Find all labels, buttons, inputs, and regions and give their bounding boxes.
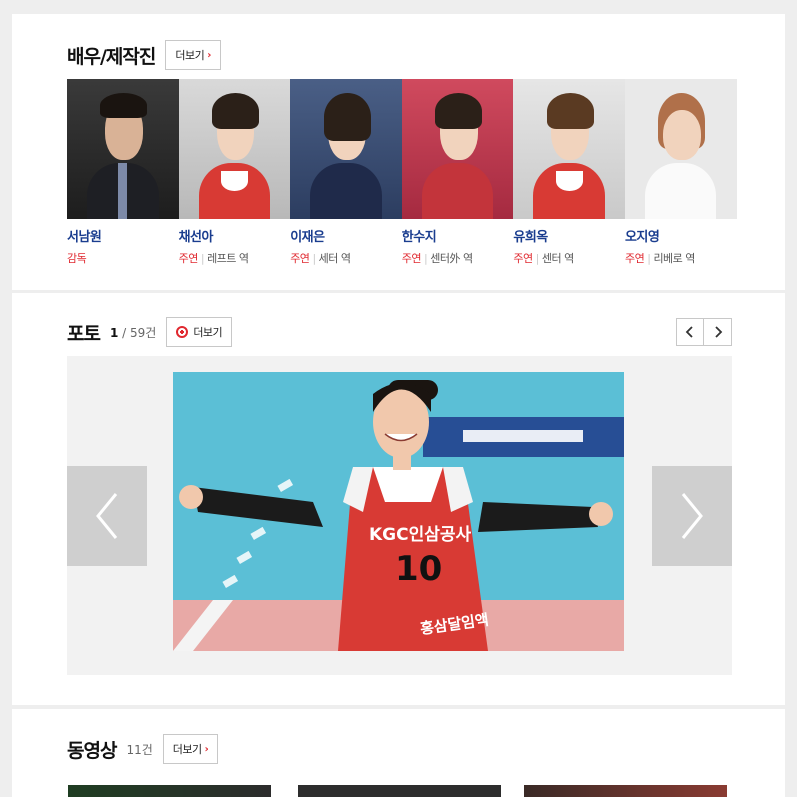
divider: | (535, 252, 540, 265)
cast-item[interactable]: 이재은 주연 | 세터 역 (290, 79, 402, 266)
cast-photo[interactable] (513, 79, 625, 219)
cast-item[interactable]: 유희옥 주연 | 센터 역 (513, 79, 625, 266)
cast-photo[interactable] (67, 79, 179, 219)
photo-more-button[interactable]: 더보기 (166, 317, 233, 347)
cast-list: 서남원 감독 채선아 주연 | 레프트 역 이재은 주연 | 세터 역 한수지 … (67, 79, 737, 266)
cast-type: 주연 (401, 252, 422, 265)
zoom-in-icon (176, 326, 189, 338)
jersey-team-text: KGC인삼공사 (369, 525, 472, 545)
divider: | (647, 252, 651, 265)
cast-item[interactable]: 서남원 감독 (67, 79, 179, 266)
cast-name[interactable]: 유희옥 (513, 226, 625, 245)
video-count: 11건 (126, 742, 153, 757)
cast-item[interactable]: 한수지 주연 | 센터外 역 (401, 79, 514, 266)
cast-role-line: 주연 | 레프트 역 (179, 250, 291, 266)
cast-role-line: 주연 | 리베로 역 (625, 250, 737, 266)
divider: | (200, 252, 205, 265)
cast-role-line: 감독 (67, 250, 179, 266)
cast-name[interactable]: 오지영 (625, 226, 737, 245)
cast-header: 배우/제작진 더보기 › (67, 40, 221, 70)
video-section-title: 동영상 (67, 739, 117, 762)
cast-type: 감독 (67, 252, 87, 265)
cast-section: 배우/제작진 더보기 › 서남원 감독 채선아 주연 | 레프트 역 이재은 주… (12, 0, 785, 290)
cast-more-button[interactable]: 더보기 › (165, 40, 221, 70)
cast-type: 주연 (178, 252, 199, 265)
cast-role-line: 주연 | 세터 역 (290, 250, 402, 266)
cast-photo[interactable] (178, 79, 291, 219)
video-thumbnail[interactable] (298, 785, 501, 797)
next-page-button[interactable] (704, 318, 732, 346)
chevron-right-icon: › (207, 49, 211, 61)
cast-name[interactable]: 채선아 (179, 226, 291, 245)
photo-more-label: 더보기 (193, 326, 223, 339)
cast-photo[interactable] (624, 79, 737, 219)
video-more-button[interactable]: 더보기 › (162, 734, 219, 764)
cast-role: 레프트 역 (207, 252, 249, 265)
divider: | (424, 252, 428, 265)
photo-header: 포토 1 / 59건 더보기 (67, 317, 233, 347)
cast-role: 센터 역 (541, 252, 574, 265)
cast-item[interactable]: 채선아 주연 | 레프트 역 (178, 79, 291, 266)
cast-name[interactable]: 한수지 (402, 226, 514, 245)
video-thumbnail[interactable] (68, 785, 271, 797)
chevron-left-icon (96, 493, 118, 539)
cast-section-title: 배우/제작진 (67, 45, 156, 68)
video-header: 동영상 11건 더보기 › (67, 734, 219, 764)
chevron-left-icon (685, 326, 693, 338)
cast-role-line: 주연 | 센터 역 (513, 250, 625, 266)
photo-viewer: KGC인삼공사 10 홍삼달임액 (67, 356, 732, 675)
cast-type: 주연 (290, 252, 310, 265)
jersey-number-text: 10 (395, 549, 442, 589)
photo-total: 59건 (130, 325, 157, 340)
photo-section: 포토 1 / 59건 더보기 KGC인삼공사 10 홍삼달임액 (12, 293, 785, 705)
video-thumbnail[interactable] (524, 785, 727, 797)
video-more-label: 더보기 (172, 743, 202, 756)
cast-more-label: 더보기 (175, 49, 205, 62)
prev-photo-button[interactable] (67, 466, 147, 566)
cast-type: 주연 (513, 252, 533, 265)
cast-name[interactable]: 이재은 (290, 226, 402, 245)
cast-name[interactable]: 서남원 (67, 226, 179, 245)
main-photo[interactable]: KGC인삼공사 10 홍삼달임액 (173, 372, 624, 651)
cast-role: 리베로 역 (653, 252, 695, 265)
divider: | (312, 252, 316, 265)
cast-type: 주연 (624, 252, 645, 265)
video-section: 동영상 11건 더보기 › (12, 709, 785, 797)
photo-counter: 1 / 59건 (109, 325, 157, 340)
photo-pager (676, 318, 732, 346)
volleyball-player-image: KGC인삼공사 10 홍삼달임액 (173, 372, 624, 651)
prev-page-button[interactable] (676, 318, 704, 346)
cast-role-line: 주연 | 센터外 역 (402, 250, 514, 266)
cast-photo[interactable] (401, 79, 514, 219)
photo-current: 1 (109, 325, 119, 340)
photo-section-title: 포토 (67, 322, 101, 345)
cast-role: 센터外 역 (430, 252, 473, 265)
chevron-right-icon (714, 326, 722, 338)
cast-role: 세터 역 (318, 252, 351, 265)
cast-photo[interactable] (290, 79, 402, 219)
chevron-right-icon: › (204, 743, 209, 755)
next-photo-button[interactable] (652, 466, 732, 566)
cast-item[interactable]: 오지영 주연 | 리베로 역 (624, 79, 737, 266)
chevron-right-icon (681, 493, 703, 539)
